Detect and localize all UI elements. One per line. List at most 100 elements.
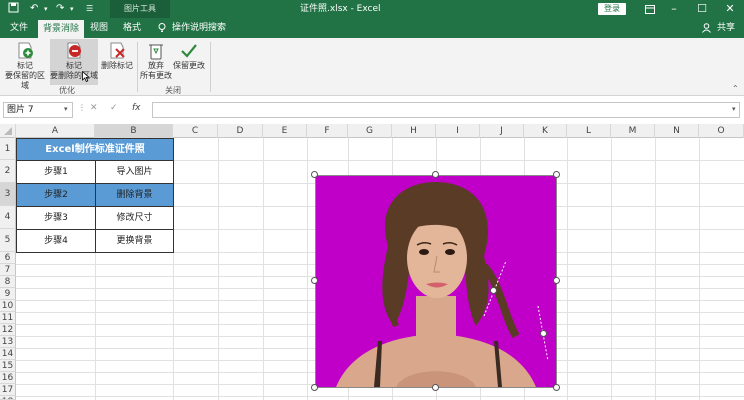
tab-view[interactable]: 视图: [86, 18, 112, 38]
mark-remove-line1: 标记: [66, 61, 82, 70]
maximize-icon[interactable]: ☐: [688, 0, 716, 18]
close-icon[interactable]: ✕: [716, 0, 744, 18]
cancel-icon[interactable]: ✕: [90, 103, 98, 113]
column-header-g[interactable]: G: [348, 124, 392, 138]
expand-formula-bar-icon[interactable]: ▾: [732, 105, 736, 113]
column-header-h[interactable]: H: [392, 124, 436, 138]
row-header[interactable]: 1: [0, 138, 16, 160]
column-header-j[interactable]: J: [480, 124, 524, 138]
enter-icon[interactable]: ✓: [110, 103, 118, 113]
mark-remove-button[interactable]: 标记 要删除的区域: [50, 39, 98, 85]
column-header-f[interactable]: F: [307, 124, 348, 138]
undo-dropdown-icon[interactable]: ▾: [44, 2, 48, 16]
table-cell-step[interactable]: 步骤3: [16, 206, 96, 230]
window-title: 证件照.xlsx - Excel: [300, 4, 381, 14]
table-cell-step[interactable]: 步骤4: [16, 229, 96, 253]
collapse-ribbon-icon[interactable]: ⌃: [732, 84, 739, 93]
table-cell-action[interactable]: 修改尺寸: [95, 206, 174, 230]
mark-keep-line1: 标记: [17, 61, 33, 70]
keep-mark-handle[interactable]: [490, 287, 497, 294]
resize-handle-bottom-right[interactable]: [553, 384, 560, 391]
recycle-bin-icon: [149, 44, 163, 60]
delete-mark-icon: [110, 42, 125, 59]
column-header-i[interactable]: I: [436, 124, 480, 138]
row-header[interactable]: 16: [0, 372, 16, 384]
table-cell-step[interactable]: 步骤2: [16, 183, 96, 207]
discard-changes-button[interactable]: 放弃 所有更改: [139, 41, 173, 81]
portrait-picture[interactable]: [315, 175, 557, 388]
table-cell-step[interactable]: 步骤1: [16, 160, 96, 184]
row-header[interactable]: 18: [0, 396, 16, 400]
mark-remove-icon: [67, 42, 81, 59]
group-close-label: 关闭: [165, 86, 181, 95]
tab-file[interactable]: 文件: [4, 18, 34, 38]
resize-handle-bottom[interactable]: [432, 384, 439, 391]
row-header[interactable]: 3: [0, 183, 16, 206]
table-cell-action[interactable]: 删除背景: [95, 183, 174, 207]
row-header[interactable]: 2: [0, 160, 16, 183]
column-header-l[interactable]: L: [567, 124, 611, 138]
table-header-cell[interactable]: Excel制作标准证件照: [16, 138, 174, 161]
row-header[interactable]: 12: [0, 324, 16, 336]
resize-handle-top[interactable]: [432, 171, 439, 178]
resize-handle-right[interactable]: [553, 277, 560, 284]
row-header[interactable]: 4: [0, 206, 16, 229]
row-header[interactable]: 13: [0, 336, 16, 348]
redo-dropdown-icon[interactable]: ▾: [70, 2, 74, 16]
row-header[interactable]: 17: [0, 384, 16, 396]
save-icon[interactable]: [8, 2, 19, 16]
select-all-corner[interactable]: [0, 124, 16, 138]
picture-tools-label: 图片工具: [110, 0, 170, 18]
resize-handle-top-left[interactable]: [311, 171, 318, 178]
name-box[interactable]: 图片 7: [3, 102, 73, 118]
row-header[interactable]: 10: [0, 300, 16, 312]
row-header[interactable]: 14: [0, 348, 16, 360]
row-header[interactable]: 15: [0, 360, 16, 372]
tell-me-search[interactable]: 操作说明搜索: [172, 18, 252, 38]
discard-line1: 放弃: [148, 61, 164, 70]
keep-changes-button[interactable]: 保留更改: [170, 41, 208, 71]
column-header-a[interactable]: A: [16, 124, 95, 138]
login-button[interactable]: 登录: [598, 3, 626, 15]
row-header[interactable]: 11: [0, 312, 16, 324]
table-cell-action[interactable]: 导入图片: [95, 160, 174, 184]
checkmark-icon: [181, 44, 197, 58]
column-header-c[interactable]: C: [173, 124, 218, 138]
delete-mark-button[interactable]: 删除标记: [100, 41, 134, 71]
row-header[interactable]: 7: [0, 264, 16, 276]
resize-handle-left[interactable]: [311, 277, 318, 284]
formula-bar-grip-icon: ⋮: [78, 103, 86, 112]
resize-handle-bottom-left[interactable]: [311, 384, 318, 391]
keep-mark-handle[interactable]: [540, 330, 547, 337]
ribbon-separator: [210, 42, 211, 92]
row-header[interactable]: 5: [0, 229, 16, 252]
insert-function-button[interactable]: fx: [132, 103, 141, 113]
redo-icon[interactable]: ↷: [56, 2, 64, 16]
row-header[interactable]: 8: [0, 276, 16, 288]
tab-format[interactable]: 格式: [118, 18, 146, 38]
column-header-o[interactable]: O: [699, 124, 744, 138]
column-header-d[interactable]: D: [218, 124, 263, 138]
table-cell-action[interactable]: 更换背景: [95, 229, 174, 253]
column-header-k[interactable]: K: [524, 124, 567, 138]
ribbon: 标记 要保留的区域 标记 要删除的区域 删除标记 优化 放弃 所有更改 保留更改…: [0, 38, 744, 96]
resize-handle-top-right[interactable]: [553, 171, 560, 178]
column-header-b[interactable]: B: [95, 124, 173, 138]
share-button[interactable]: 共享: [713, 18, 739, 38]
ribbon-separator: [137, 42, 138, 92]
mark-keep-button[interactable]: 标记 要保留的区域: [2, 41, 48, 91]
row-header[interactable]: 6: [0, 252, 16, 264]
keep-changes-line1: 保留更改: [173, 61, 205, 70]
tab-background-removal[interactable]: 背景消除: [38, 20, 84, 38]
title-bar: ↶ ▾ ↷ ▾ ☰ 图片工具 证件照.xlsx - Excel 登录 – ☐ ✕: [0, 0, 744, 18]
undo-icon[interactable]: ↶: [30, 2, 38, 16]
column-header-m[interactable]: M: [611, 124, 655, 138]
column-header-e[interactable]: E: [263, 124, 307, 138]
delete-mark-line1: 删除标记: [101, 61, 133, 70]
customize-toolbar-icon[interactable]: ☰: [86, 2, 93, 16]
minimize-icon[interactable]: –: [660, 0, 688, 18]
name-box-dropdown-icon[interactable]: ▾: [64, 105, 68, 113]
column-header-n[interactable]: N: [655, 124, 699, 138]
formula-input[interactable]: [152, 102, 740, 118]
row-header[interactable]: 9: [0, 288, 16, 300]
